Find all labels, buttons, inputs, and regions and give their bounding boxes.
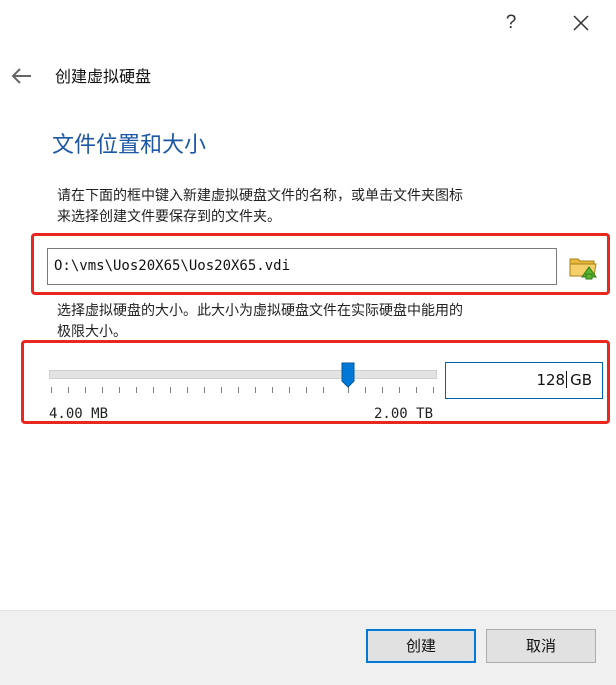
slider-min-label: 4.00 MB <box>49 406 109 418</box>
slider-tick <box>204 387 205 393</box>
slider-tick <box>136 387 137 393</box>
size-value: 128 <box>536 371 566 389</box>
slider-tick <box>433 387 434 393</box>
size-input[interactable]: 128 GB <box>445 362 603 399</box>
slider-max-label: 2.00 TB <box>374 406 434 418</box>
slider-tick <box>272 387 273 393</box>
slider-tick <box>153 387 154 393</box>
slider-tick <box>255 387 256 393</box>
slider-tick <box>119 387 120 393</box>
slider-tick <box>416 387 417 393</box>
help-button[interactable]: ? <box>498 8 524 38</box>
cancel-button[interactable]: 取消 <box>486 629 596 663</box>
slider-thumb[interactable] <box>341 362 355 388</box>
slider-tick <box>51 387 52 393</box>
section-title: 文件位置和大小 <box>52 133 207 158</box>
close-icon <box>573 15 589 31</box>
slider-tick <box>221 387 222 393</box>
slider-tick <box>68 387 69 393</box>
slider-tick <box>102 387 103 393</box>
back-button[interactable] <box>10 64 34 88</box>
folder-icon <box>569 258 597 280</box>
slider-tick <box>306 387 307 393</box>
size-unit: GB <box>570 371 592 389</box>
slider-tick <box>187 387 188 393</box>
slider-tick <box>382 387 383 393</box>
wizard-title: 创建虚拟硬盘 <box>55 67 152 86</box>
slider-tick <box>323 387 324 393</box>
choose-folder-button[interactable] <box>567 250 599 282</box>
size-slider[interactable] <box>47 360 439 394</box>
close-button[interactable] <box>566 8 596 38</box>
file-path-input[interactable]: O:\vms\Uos20X65\Uos20X65.vdi <box>47 248 557 285</box>
arrow-left-icon <box>11 68 31 84</box>
slider-tick <box>85 387 86 393</box>
text-caret <box>566 371 568 388</box>
create-button[interactable]: 创建 <box>366 629 476 663</box>
slider-tick <box>238 387 239 393</box>
size-description: 选择虚拟硬盘的大小。此大小为虚拟硬盘文件在实际硬盘中能用的 极限大小。 <box>57 303 463 340</box>
location-description: 请在下面的框中键入新建虚拟硬盘文件的名称，或单击文件夹图标 来选择创建文件要保存… <box>57 188 463 225</box>
slider-tick <box>289 387 290 393</box>
button-bar: 创建 取消 <box>0 610 616 685</box>
slider-tick <box>170 387 171 393</box>
slider-tick <box>365 387 366 393</box>
slider-tick <box>399 387 400 393</box>
slider-track <box>49 370 437 379</box>
